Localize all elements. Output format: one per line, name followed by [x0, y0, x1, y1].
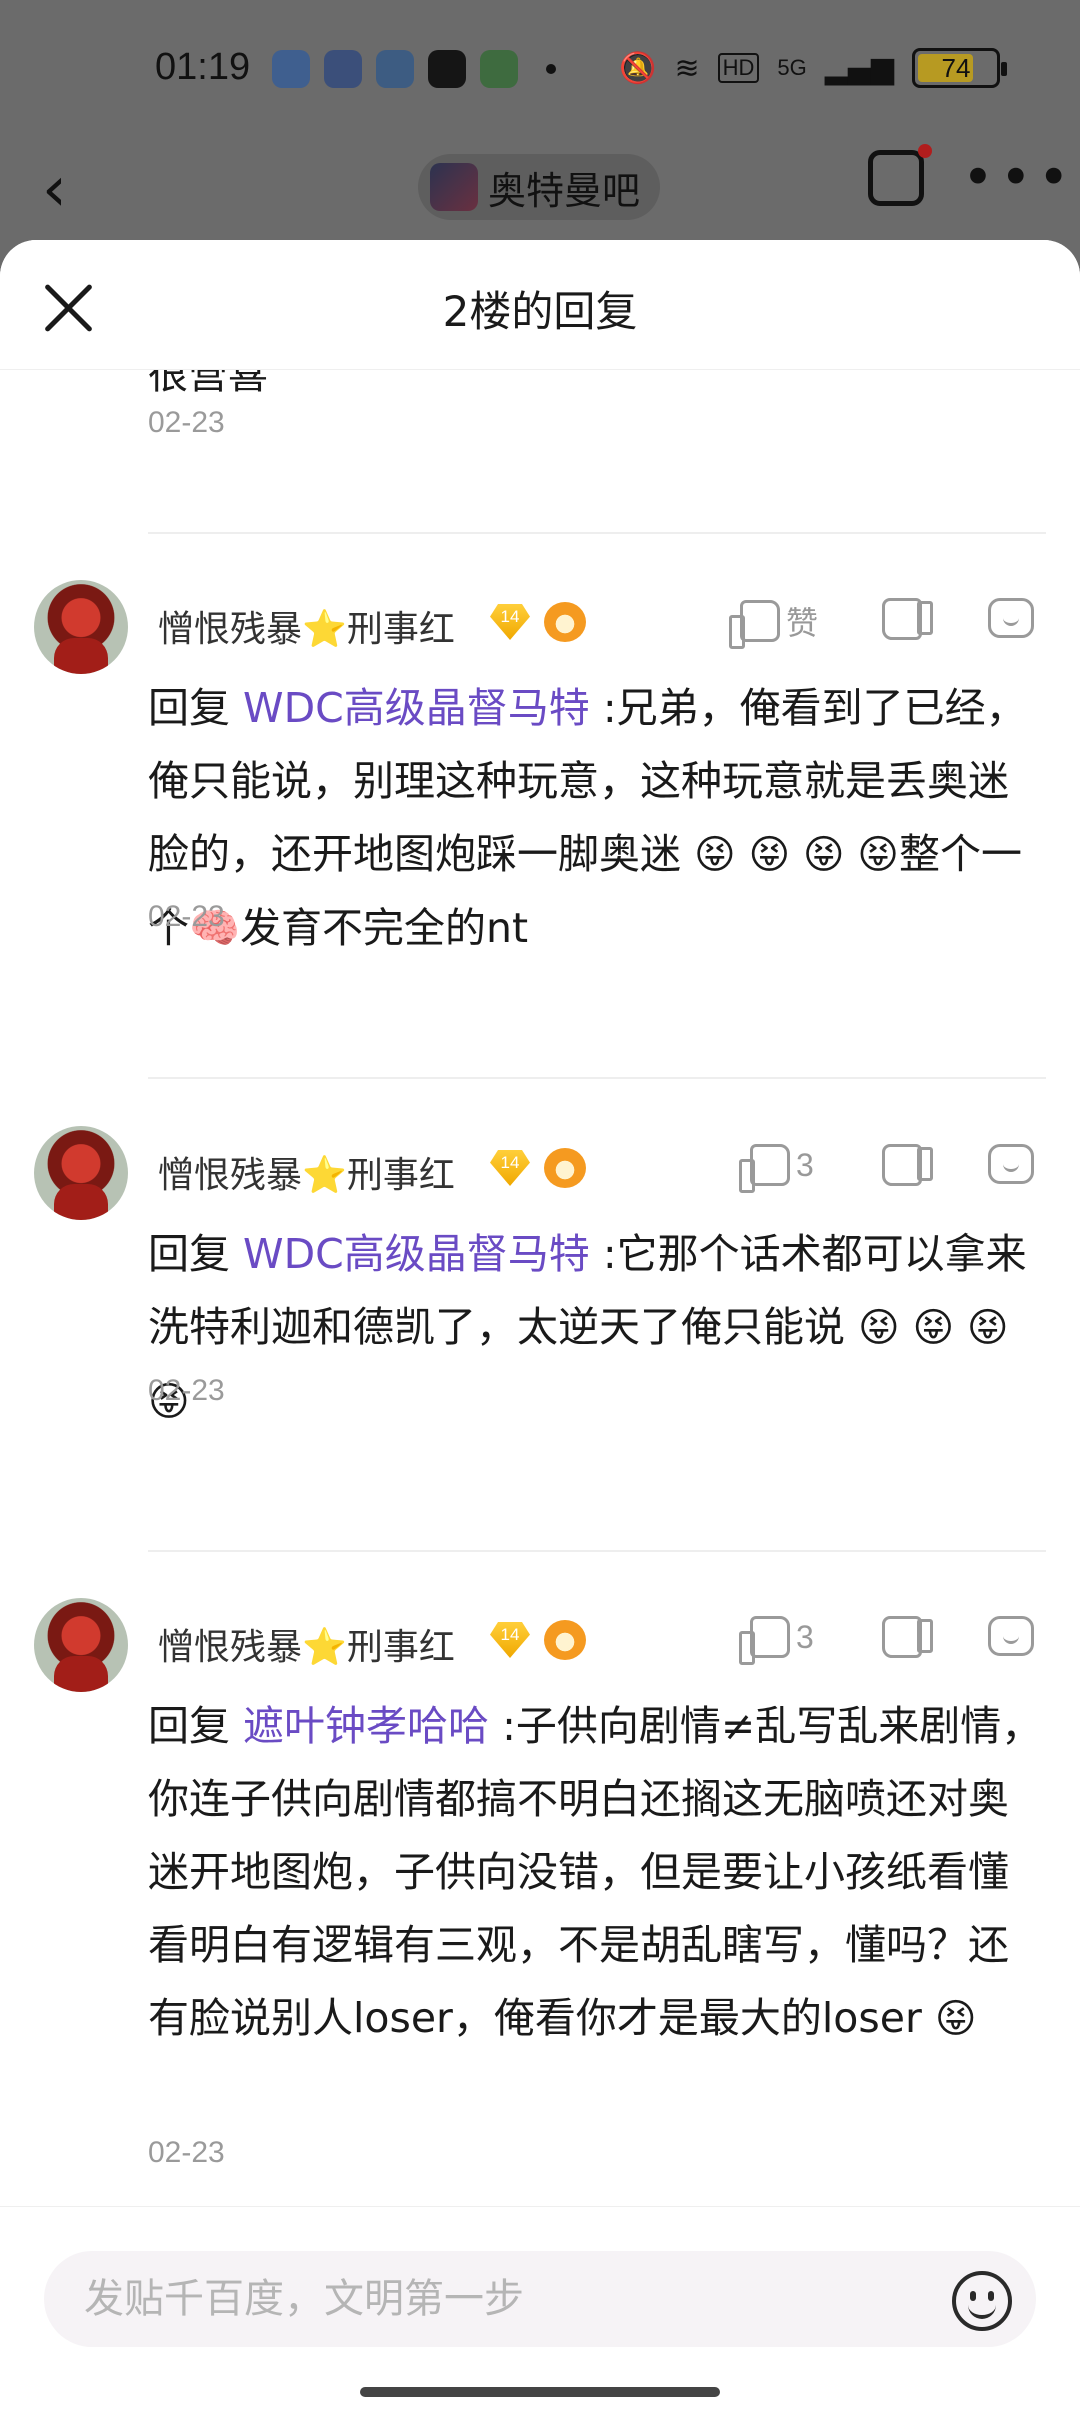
comment-bubble-icon: [988, 1616, 1034, 1656]
status-bar: 01:19 🔕 ≋ HD 5G ▂▄▆ 74: [0, 0, 1080, 140]
thumbs-up-icon: [729, 600, 780, 649]
thumbs-down-icon: [882, 1144, 933, 1186]
reply-content: 回复 WDC高级晶督马特 :兄弟，俺看到了已经，俺只能说，别理这种玩意，这种玩意…: [148, 684, 1027, 952]
username[interactable]: 憎恨残暴⭐刑事红: [158, 1146, 455, 1198]
battery-icon: 74: [912, 48, 1007, 88]
fan-badge-icon: [544, 1148, 586, 1188]
thumbs-down-icon: [882, 598, 933, 640]
like-button[interactable]: 3: [739, 1616, 814, 1665]
level-badge: 14: [490, 1622, 530, 1658]
signal-bars-icon: ▂▄▆: [824, 50, 894, 86]
app-blue-square-icon: [272, 50, 310, 88]
status-time: 01:19: [155, 46, 251, 88]
partial-reply-text: 很营喜: [148, 370, 268, 398]
avatar[interactable]: [34, 580, 128, 674]
comment-bubble-icon: [988, 598, 1034, 638]
composer-bar: [0, 2206, 1080, 2412]
reply-button[interactable]: [988, 598, 1034, 638]
reply-sheet: 2楼的回复 很营喜 02-23 憎恨残暴⭐刑事红 14 赞 回复 WDC高级晶督…: [0, 240, 1080, 2412]
dislike-button[interactable]: [882, 1616, 933, 1658]
forum-name: 奥特曼吧: [488, 168, 641, 213]
divider: [148, 532, 1046, 534]
edit-notification-dot: [918, 144, 932, 158]
avatar[interactable]: [34, 1126, 128, 1220]
star-icon: ⭐: [302, 609, 347, 650]
level-badge: 14: [490, 604, 530, 640]
reply-date: 02-23: [148, 2136, 225, 2169]
mention-link[interactable]: WDC高级晶督马特: [243, 1230, 590, 1278]
sheet-title: 2楼的回复: [442, 287, 638, 336]
reply-input[interactable]: [44, 2251, 1036, 2347]
more-icon[interactable]: •••: [962, 146, 1076, 209]
fan-badge-icon: [544, 602, 586, 642]
emoji-laughing: 😝 😝 😝 😝: [694, 832, 899, 878]
status-app-icons: [272, 50, 556, 88]
reply-button[interactable]: [988, 1144, 1034, 1184]
like-button[interactable]: 赞: [729, 598, 819, 649]
back-arrow-icon[interactable]: ‹: [42, 152, 67, 225]
mention-link[interactable]: WDC高级晶督马特: [243, 684, 590, 732]
like-count: 赞: [786, 605, 819, 641]
mute-bell-icon: 🔕: [619, 50, 657, 86]
green-shop-app-icon: [480, 50, 518, 88]
avatar[interactable]: [34, 1598, 128, 1692]
thumbs-down-icon: [882, 1616, 933, 1658]
like-count: 3: [796, 1618, 814, 1655]
thumbs-up-icon: [739, 1144, 790, 1193]
sheet-header: 2楼的回复: [0, 240, 1080, 370]
reply-button[interactable]: [988, 1616, 1034, 1656]
level-badge: 14: [490, 1150, 530, 1186]
mention-link[interactable]: 遮叶钟孝哈哈: [243, 1702, 489, 1750]
tiktok-app-icon: [428, 50, 466, 88]
forum-avatar: [430, 163, 478, 211]
username[interactable]: 憎恨残暴⭐刑事红: [158, 1618, 455, 1670]
emoji-smiley-icon[interactable]: [952, 2271, 1012, 2331]
battery-level: 74: [941, 52, 971, 83]
reply-date: 02-23: [148, 1374, 225, 1407]
signal-5g-icon: 5G: [777, 55, 807, 80]
reply-content: 回复 遮叶钟孝哈哈 :子供向剧情≠乱写乱来剧情，你连子供向剧情都搞不明白还搁这无…: [148, 1702, 1043, 2042]
like-button[interactable]: 3: [739, 1144, 814, 1193]
divider: [148, 1077, 1046, 1079]
emoji-laughing: 😝: [934, 1996, 977, 2042]
like-count: 3: [796, 1146, 814, 1183]
thumbs-up-icon: [739, 1616, 790, 1665]
edit-icon[interactable]: [868, 150, 924, 206]
dislike-button[interactable]: [882, 598, 933, 640]
wifi-icon: ≋: [674, 50, 700, 86]
browser-app-icon: [376, 50, 414, 88]
reply-content: 回复 WDC高级晶督马特 :它那个话术都可以拿来洗特利迦和德凯了，太逆天了俺只能…: [148, 1230, 1027, 1425]
forum-header: ‹ 奥特曼吧 •••: [0, 140, 1080, 240]
username[interactable]: 憎恨残暴⭐刑事红: [158, 600, 455, 652]
forum-pill[interactable]: 奥特曼吧: [418, 154, 661, 220]
fan-badge-icon: [544, 1620, 586, 1660]
hd-icon: HD: [717, 53, 760, 83]
divider: [148, 1550, 1046, 1552]
status-right-icons: 🔕 ≋ HD 5G ▂▄▆ 74: [619, 48, 1007, 88]
star-icon: ⭐: [302, 1155, 347, 1196]
home-indicator[interactable]: [360, 2387, 720, 2397]
dislike-button[interactable]: [882, 1144, 933, 1186]
partial-reply-date: 02-23: [148, 406, 225, 439]
baidu-app-icon: [324, 50, 362, 88]
reply-list[interactable]: 很营喜 02-23 憎恨残暴⭐刑事红 14 赞 回复 WDC高级晶督马特:兄弟…: [0, 370, 1080, 2330]
star-icon: ⭐: [302, 1627, 347, 1668]
notification-dot-icon: [546, 64, 556, 74]
reply-date: 02-23: [148, 900, 225, 933]
comment-bubble-icon: [988, 1144, 1034, 1184]
